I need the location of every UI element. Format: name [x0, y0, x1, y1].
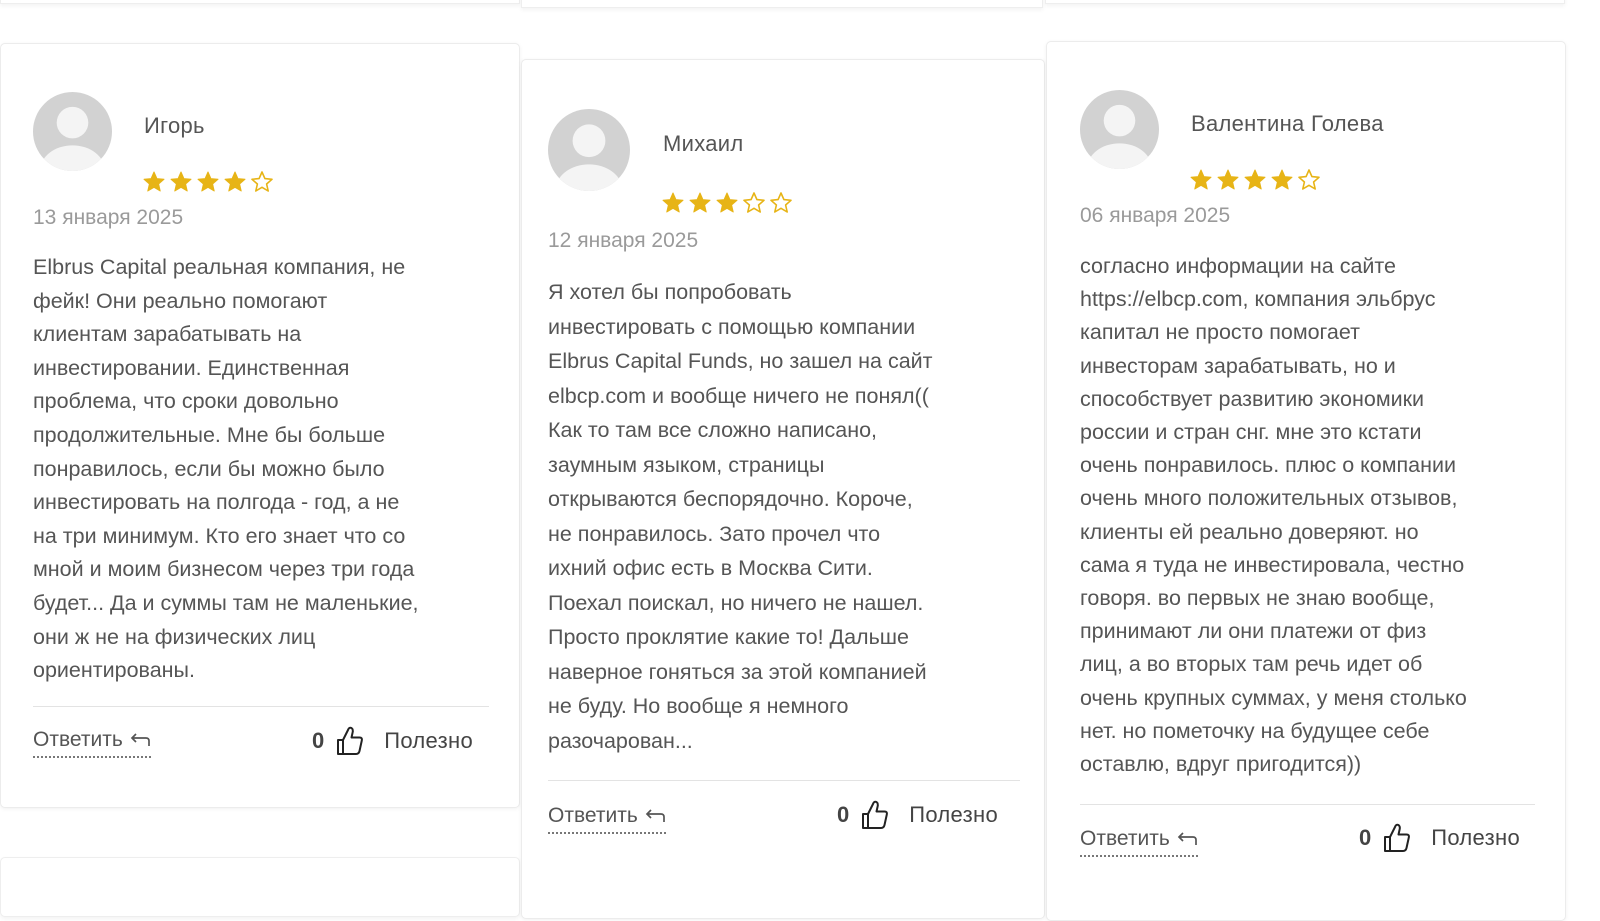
star-empty-icon — [770, 192, 792, 213]
star-empty-icon — [1298, 169, 1320, 190]
review-card: Михаил 12 января 2025 Я хотел бы попробо… — [521, 59, 1045, 919]
helpful-label[interactable]: Полезно — [384, 728, 473, 754]
star-filled-icon — [1244, 169, 1266, 190]
reviewer-name: Игорь — [144, 113, 205, 138]
star-filled-icon — [716, 192, 738, 213]
reply-arrow-icon — [130, 733, 150, 746]
like-count: 0 — [837, 802, 850, 827]
user-placeholder-icon — [1086, 104, 1153, 169]
star-rating — [142, 170, 274, 194]
previous-review-card-edge — [521, 0, 1043, 8]
like-count: 0 — [312, 728, 325, 753]
avatar — [548, 109, 630, 191]
divider — [33, 706, 489, 707]
user-placeholder-icon — [39, 106, 106, 171]
review-card: Игорь 13 января 2025 Elbrus Capital реал… — [0, 43, 520, 808]
review-card: Валентина Голева 06 января 2025 согласно… — [1046, 41, 1566, 921]
star-filled-icon — [662, 192, 684, 213]
review-text: Я хотел бы попробовать инвестировать с п… — [548, 280, 933, 753]
previous-review-card-edge — [0, 0, 520, 4]
reply-button[interactable]: Ответить — [1080, 827, 1198, 857]
thumbs-up-icon[interactable] — [336, 726, 364, 756]
star-empty-icon — [743, 192, 765, 213]
star-filled-icon — [1190, 169, 1212, 190]
divider — [548, 780, 1020, 781]
avatar — [33, 92, 112, 171]
review-text: Elbrus Capital реальная компания, не фей… — [33, 255, 419, 683]
helpful-label[interactable]: Полезно — [1431, 825, 1520, 851]
star-filled-icon — [143, 171, 165, 192]
reply-arrow-icon — [1177, 832, 1197, 845]
review-text: согласно информации на сайте https://elb… — [1080, 254, 1467, 777]
star-empty-icon — [251, 171, 273, 192]
reply-button[interactable]: Ответить — [548, 804, 666, 834]
thumbs-up-icon[interactable] — [1383, 823, 1411, 853]
thumbs-up-icon[interactable] — [861, 800, 889, 830]
reply-arrow-icon — [645, 809, 665, 822]
reviewer-name: Михаил — [663, 131, 744, 156]
helpful-label[interactable]: Полезно — [909, 802, 998, 828]
star-rating — [1189, 168, 1321, 192]
review-date: 06 января 2025 — [1080, 204, 1231, 227]
reply-label: Ответить — [33, 728, 123, 751]
avatar — [1080, 90, 1159, 169]
previous-review-card-edge — [1045, 0, 1565, 4]
divider — [1080, 804, 1535, 805]
star-filled-icon — [224, 171, 246, 192]
star-filled-icon — [170, 171, 192, 192]
like-count: 0 — [1359, 825, 1372, 850]
review-date: 13 января 2025 — [33, 206, 184, 229]
likes-block: 0 Полезно — [1359, 823, 1520, 853]
reply-label: Ответить — [1080, 827, 1170, 850]
star-filled-icon — [197, 171, 219, 192]
next-review-card-edge — [0, 857, 520, 917]
reply-label: Ответить — [548, 804, 638, 827]
likes-block: 0 Полезно — [837, 800, 998, 830]
star-filled-icon — [1217, 169, 1239, 190]
likes-block: 0 Полезно — [312, 726, 473, 756]
star-rating — [661, 191, 793, 215]
star-filled-icon — [1271, 169, 1293, 190]
review-date: 12 января 2025 — [548, 229, 699, 252]
reply-button[interactable]: Ответить — [33, 728, 151, 758]
user-placeholder-icon — [555, 124, 623, 191]
reviewer-name: Валентина Голева — [1191, 111, 1384, 136]
star-filled-icon — [689, 192, 711, 213]
